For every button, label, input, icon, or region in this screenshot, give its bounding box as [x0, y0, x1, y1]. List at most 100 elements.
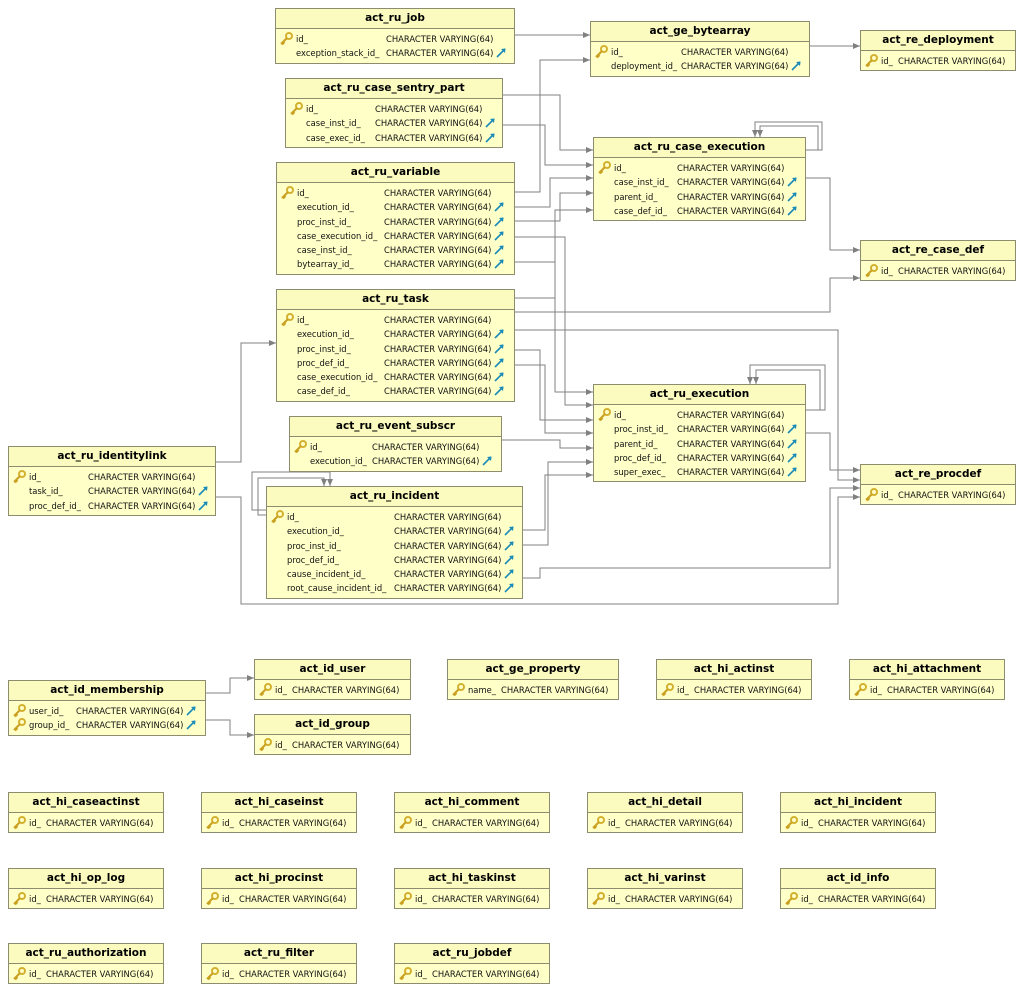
- column-row[interactable]: proc_inst_id_ CHARACTER VARYING(64): [277, 342, 514, 356]
- column-row[interactable]: id_ CHARACTER VARYING(64): [9, 892, 163, 906]
- column-row[interactable]: id_ CHARACTER VARYING(64): [9, 967, 163, 981]
- column-row[interactable]: case_execution_id_ CHARACTER VARYING(64): [277, 229, 514, 243]
- column-row[interactable]: proc_inst_id_ CHARACTER VARYING(64): [267, 539, 522, 553]
- table-act-ru-job[interactable]: act_ru_job id_ CHARACTER VARYING(64) except…: [275, 8, 515, 64]
- column-row[interactable]: case_def_id_ CHARACTER VARYING(64): [594, 204, 805, 218]
- column-row[interactable]: id_ CHARACTER VARYING(64): [781, 816, 935, 830]
- column-row[interactable]: id_ CHARACTER VARYING(64): [850, 683, 1004, 697]
- column-row[interactable]: case_inst_id_ CHARACTER VARYING(64): [277, 243, 514, 257]
- table-act-ru-jobdef[interactable]: act_ru_jobdef id_ CHARACTER VARYING(64): [394, 943, 550, 985]
- column-row[interactable]: name_ CHARACTER VARYING(64): [448, 683, 618, 697]
- table-act-hi-taskinst[interactable]: act_hi_taskinst id_ CHARACTER VARYING(64): [394, 868, 550, 910]
- column-row[interactable]: id_ CHARACTER VARYING(64): [594, 161, 805, 175]
- column-row[interactable]: proc_def_id_ CHARACTER VARYING(64): [267, 553, 522, 567]
- column-row[interactable]: case_inst_id_ CHARACTER VARYING(64): [286, 116, 502, 130]
- table-act-hi-procinst[interactable]: act_hi_procinst id_ CHARACTER VARYING(64): [201, 868, 357, 910]
- column-row[interactable]: proc_def_id_ CHARACTER VARYING(64): [9, 499, 215, 513]
- table-act-re-case-def[interactable]: act_re_case_def id_ CHARACTER VARYING(64): [860, 240, 1016, 282]
- column-row[interactable]: id_ CHARACTER VARYING(64): [202, 892, 356, 906]
- column-row[interactable]: id_ CHARACTER VARYING(64): [277, 186, 514, 200]
- column-row[interactable]: task_id_ CHARACTER VARYING(64): [9, 484, 215, 498]
- column-row[interactable]: parent_id_ CHARACTER VARYING(64): [594, 437, 805, 451]
- column-row[interactable]: root_cause_incident_id_ CHARACTER VARYING…: [267, 581, 522, 595]
- column-row[interactable]: id_ CHARACTER VARYING(64): [277, 313, 514, 327]
- table-act-ge-property[interactable]: act_ge_property name_ CHARACTER VARYING(64…: [447, 659, 619, 701]
- column-row[interactable]: bytearray_id_ CHARACTER VARYING(64): [277, 257, 514, 271]
- table-act-ru-task[interactable]: act_ru_task id_ CHARACTER VARYING(64) execu…: [276, 289, 515, 402]
- column-row[interactable]: proc_inst_id_ CHARACTER VARYING(64): [277, 215, 514, 229]
- column-row[interactable]: id_ CHARACTER VARYING(64): [781, 892, 935, 906]
- column-row[interactable]: id_ CHARACTER VARYING(64): [395, 892, 549, 906]
- table-act-hi-caseinst[interactable]: act_hi_caseinst id_ CHARACTER VARYING(64): [201, 792, 357, 834]
- column-row[interactable]: case_execution_id_ CHARACTER VARYING(64): [277, 370, 514, 384]
- table-act-hi-op-log[interactable]: act_hi_op_log id_ CHARACTER VARYING(64): [8, 868, 164, 910]
- column-row[interactable]: exception_stack_id_ CHARACTER VARYING(64): [276, 46, 514, 60]
- foreign-key-relationship: [206, 675, 254, 694]
- table-act-ru-event-subscr[interactable]: act_ru_event_subscr id_ CHARACTER VARYING(…: [289, 416, 502, 472]
- table-act-ru-authorization[interactable]: act_ru_authorization id_ CHARACTER VARYING…: [8, 943, 164, 985]
- column-row[interactable]: id_ CHARACTER VARYING(64): [861, 488, 1015, 502]
- table-act-ru-execution[interactable]: act_ru_execution id_ CHARACTER VARYING(64)…: [593, 384, 806, 483]
- table-act-id-group[interactable]: act_id_group id_ CHARACTER VARYING(64): [254, 714, 411, 756]
- table-act-id-info[interactable]: act_id_info id_ CHARACTER VARYING(64): [780, 868, 936, 910]
- foreign-key-relationship: [806, 432, 860, 473]
- column-row[interactable]: id_ CHARACTER VARYING(64): [395, 816, 549, 830]
- table-act-re-procdef[interactable]: act_re_procdef id_ CHARACTER VARYING(64): [860, 464, 1016, 506]
- column-row[interactable]: id_ CHARACTER VARYING(64): [202, 967, 356, 981]
- column-row[interactable]: proc_def_id_ CHARACTER VARYING(64): [594, 451, 805, 465]
- column-row[interactable]: id_ CHARACTER VARYING(64): [588, 816, 742, 830]
- column-row[interactable]: cause_incident_id_ CHARACTER VARYING(64): [267, 567, 522, 581]
- column-row[interactable]: parent_id_ CHARACTER VARYING(64): [594, 190, 805, 204]
- column-row[interactable]: id_ CHARACTER VARYING(64): [290, 440, 501, 454]
- column-row[interactable]: id_ CHARACTER VARYING(64): [588, 892, 742, 906]
- column-row[interactable]: id_ CHARACTER VARYING(64): [861, 54, 1015, 68]
- column-row[interactable]: execution_id_ CHARACTER VARYING(64): [277, 327, 514, 341]
- column-row[interactable]: execution_id_ CHARACTER VARYING(64): [290, 454, 501, 468]
- table-act-ru-case-execution[interactable]: act_ru_case_execution id_ CHARACTER VARYIN…: [593, 137, 806, 222]
- table-act-id-user[interactable]: act_id_user id_ CHARACTER VARYING(64): [254, 659, 411, 701]
- column-row[interactable]: id_ CHARACTER VARYING(64): [286, 102, 502, 116]
- column-row[interactable]: group_id_ CHARACTER VARYING(64): [9, 718, 205, 732]
- column-row[interactable]: execution_id_ CHARACTER VARYING(64): [267, 524, 522, 538]
- table-act-hi-attachment[interactable]: act_hi_attachment id_ CHARACTER VARYING(64…: [849, 659, 1005, 701]
- column-row[interactable]: case_def_id_ CHARACTER VARYING(64): [277, 384, 514, 398]
- table-act-hi-incident[interactable]: act_hi_incident id_ CHARACTER VARYING(64): [780, 792, 936, 834]
- table-act-hi-comment[interactable]: act_hi_comment id_ CHARACTER VARYING(64): [394, 792, 550, 834]
- column-row[interactable]: proc_def_id_ CHARACTER VARYING(64): [277, 356, 514, 370]
- table-act-hi-detail[interactable]: act_hi_detail id_ CHARACTER VARYING(64): [587, 792, 743, 834]
- column-row[interactable]: id_ CHARACTER VARYING(64): [861, 264, 1015, 278]
- column-row[interactable]: id_ CHARACTER VARYING(64): [267, 510, 522, 524]
- key-icon: [853, 683, 867, 697]
- column-row[interactable]: super_exec_ CHARACTER VARYING(64): [594, 465, 805, 479]
- column-row[interactable]: id_ CHARACTER VARYING(64): [395, 967, 549, 981]
- table-act-ru-filter[interactable]: act_ru_filter id_ CHARACTER VARYING(64): [201, 943, 357, 985]
- table-act-ru-identitylink[interactable]: act_ru_identitylink id_ CHARACTER VARYING(…: [8, 446, 216, 516]
- table-act-hi-varinst[interactable]: act_hi_varinst id_ CHARACTER VARYING(64): [587, 868, 743, 910]
- column-row[interactable]: id_ CHARACTER VARYING(64): [591, 45, 809, 59]
- table-act-ru-variable[interactable]: act_ru_variable id_ CHARACTER VARYING(64) e…: [276, 162, 515, 275]
- table-act-re-deployment[interactable]: act_re_deployment id_ CHARACTER VARYING(64…: [860, 30, 1016, 72]
- column-name: execution_id_: [310, 456, 367, 467]
- column-row[interactable]: proc_inst_id_ CHARACTER VARYING(64): [594, 422, 805, 436]
- column-row[interactable]: id_ CHARACTER VARYING(64): [202, 816, 356, 830]
- column-row[interactable]: deployment_id_ CHARACTER VARYING(64): [591, 59, 809, 73]
- table-act-hi-actinst[interactable]: act_hi_actinst id_ CHARACTER VARYING(64): [656, 659, 812, 701]
- column-row[interactable]: case_exec_id_ CHARACTER VARYING(64): [286, 131, 502, 145]
- column-row[interactable]: user_id_ CHARACTER VARYING(64): [9, 704, 205, 718]
- column-row[interactable]: id_ CHARACTER VARYING(64): [657, 683, 811, 697]
- table-act-ru-case-sentry-part[interactable]: act_ru_case_sentry_part id_ CHARACTER VARY…: [285, 78, 503, 148]
- table-title: act_id_info: [781, 869, 935, 889]
- column-row[interactable]: id_ CHARACTER VARYING(64): [594, 408, 805, 422]
- column-row[interactable]: id_ CHARACTER VARYING(64): [9, 470, 215, 484]
- column-row[interactable]: id_ CHARACTER VARYING(64): [255, 683, 410, 697]
- column-row[interactable]: id_ CHARACTER VARYING(64): [9, 816, 163, 830]
- column-row[interactable]: id_ CHARACTER VARYING(64): [276, 32, 514, 46]
- table-act-ru-incident[interactable]: act_ru_incident id_ CHARACTER VARYING(64) e…: [266, 486, 523, 599]
- column-name: id_: [611, 47, 623, 57]
- table-act-hi-caseactinst[interactable]: act_hi_caseactinst id_ CHARACTER VARYING(6…: [8, 792, 164, 834]
- column-row[interactable]: id_ CHARACTER VARYING(64): [255, 738, 410, 752]
- column-row[interactable]: case_inst_id_ CHARACTER VARYING(64): [594, 175, 805, 189]
- table-act-id-membership[interactable]: act_id_membership user_id_ CHARACTER VARYI…: [8, 680, 206, 736]
- table-act-ge-bytearray[interactable]: act_ge_bytearray id_ CHARACTER VARYING(64)…: [590, 21, 810, 77]
- column-row[interactable]: execution_id_ CHARACTER VARYING(64): [277, 200, 514, 214]
